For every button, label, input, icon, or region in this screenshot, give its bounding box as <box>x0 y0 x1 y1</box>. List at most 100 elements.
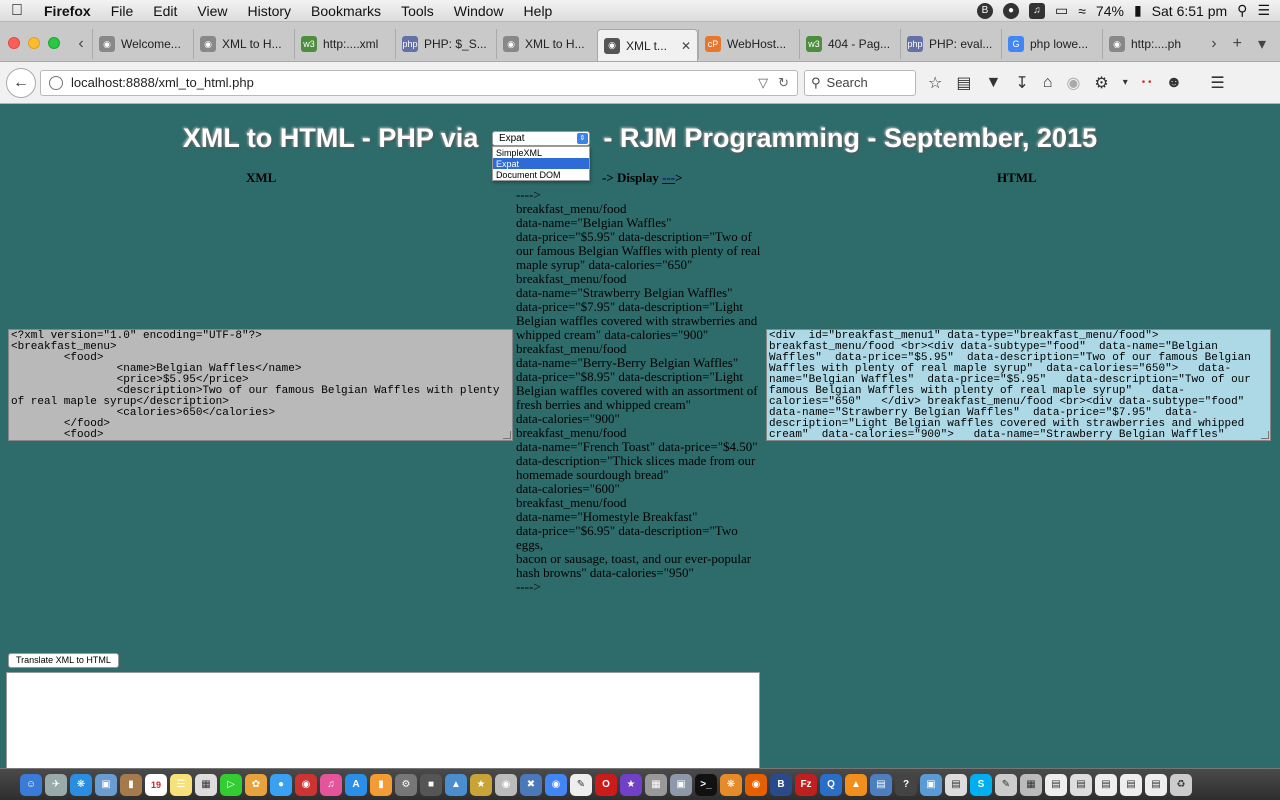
tab-404-page[interactable]: w3 404 - Pag... <box>799 29 900 59</box>
calendar-icon[interactable]: 19 <box>145 773 167 796</box>
url-text[interactable]: localhost:8888/xml_to_html.php <box>71 75 758 90</box>
list-all-tabs-icon[interactable]: ▾ <box>1258 34 1266 54</box>
facetime-icon[interactable]: ▷ <box>220 773 242 796</box>
extension-icon[interactable]: ⚙ <box>1094 73 1108 93</box>
window-minimize-button[interactable] <box>28 37 40 49</box>
home-icon[interactable]: ⌂ <box>1043 74 1053 92</box>
history-dropdown-icon[interactable]: ▽ <box>758 75 768 91</box>
finder-icon[interactable]: ☺ <box>20 773 42 796</box>
network-icon[interactable]: ▤ <box>870 773 892 796</box>
clock[interactable]: Sat 6:51 pm <box>1152 3 1228 19</box>
tab-php-eval[interactable]: php PHP: eval... <box>900 29 1001 59</box>
ibooks-icon[interactable]: ▮ <box>370 773 392 796</box>
option-simplexml[interactable]: SimpleXML <box>493 147 589 158</box>
option-document-dom[interactable]: Document DOM <box>493 169 589 180</box>
sync-status-icon[interactable]: ● <box>1003 2 1019 19</box>
notification-center-icon[interactable]: ☰ <box>1257 2 1270 19</box>
tab-xml-to-html-active[interactable]: ◉ XML t... ✕ <box>597 29 698 61</box>
html-textarea[interactable]: <div id="breakfast_menu1" data-type="bre… <box>766 329 1271 441</box>
notebook-icon[interactable]: ▮ <box>120 773 142 796</box>
url-bar[interactable]: localhost:8888/xml_to_html.php ▽ ↻ <box>40 69 798 96</box>
tab-http-php[interactable]: ◉ http:....ph <box>1102 29 1186 59</box>
tab-xml-file[interactable]: w3 http:....xml <box>294 29 395 59</box>
search-bar[interactable]: ⚲ Search <box>804 69 916 96</box>
tab-php-server[interactable]: php PHP: $_S... <box>395 29 496 59</box>
battery-icon[interactable]: ▮ <box>1134 2 1142 19</box>
quicktime-icon[interactable]: Q <box>820 773 842 796</box>
translate-xml-to-html-button[interactable]: Translate XML to HTML <box>8 653 119 668</box>
photos-icon[interactable]: ✿ <box>245 773 267 796</box>
menu-file[interactable]: File <box>101 3 144 19</box>
back-arrow-icon[interactable]: ← <box>6 67 36 98</box>
firefox-dock-icon[interactable]: ◉ <box>745 773 767 796</box>
extension-dots-icon[interactable]: • • <box>1142 77 1152 88</box>
screenshot-icon[interactable]: ▦ <box>645 773 667 796</box>
tab-xml-to-html-1[interactable]: ◉ XML to H... <box>193 29 294 59</box>
help-icon[interactable]: ? <box>895 773 917 796</box>
archive-icon[interactable]: ▦ <box>1020 773 1042 796</box>
downloads-stack-icon[interactable]: ▤ <box>1095 773 1117 796</box>
safari-icon[interactable]: ❋ <box>70 773 92 796</box>
desktop-stack-icon[interactable]: ▤ <box>1145 773 1167 796</box>
documents-stack-icon[interactable]: ▤ <box>1120 773 1142 796</box>
textedit-icon[interactable]: ✎ <box>570 773 592 796</box>
image-capture-icon[interactable]: ▣ <box>670 773 692 796</box>
spotlight-search-icon[interactable]: ⚲ <box>1237 2 1247 19</box>
html-resize-grip-icon[interactable] <box>1261 431 1269 439</box>
b-status-icon[interactable]: B <box>977 2 993 19</box>
file-stack-icon[interactable]: ▤ <box>1045 773 1067 796</box>
xml-resize-grip-icon[interactable] <box>503 431 511 439</box>
automator-icon[interactable]: ★ <box>470 773 492 796</box>
bookmark-star-icon[interactable]: ☆ <box>928 73 942 93</box>
airplay-icon[interactable]: ▭ <box>1055 2 1068 19</box>
terminal-icon[interactable]: >_ <box>695 773 717 796</box>
stickies-icon[interactable]: ✎ <box>995 773 1017 796</box>
menu-edit[interactable]: Edit <box>143 3 187 19</box>
photos-app-icon[interactable]: ▦ <box>195 773 217 796</box>
parser-select-box[interactable]: Expat ⇕ <box>491 130 590 146</box>
preview-icon[interactable]: ▣ <box>95 773 117 796</box>
menu-view[interactable]: View <box>187 3 237 19</box>
folder-stack-icon[interactable]: ▤ <box>1070 773 1092 796</box>
photo-booth-icon[interactable]: ◉ <box>295 773 317 796</box>
audio-status-icon[interactable]: ♫ <box>1029 2 1045 19</box>
menu-app-firefox[interactable]: Firefox <box>34 3 101 19</box>
vlc-icon[interactable]: ▲ <box>845 773 867 796</box>
tab-webhost[interactable]: cP WebHost... <box>698 29 799 59</box>
tab-php-lowercase[interactable]: Gphp lowe... <box>1001 29 1102 59</box>
virtualbox-icon[interactable]: ▣ <box>920 773 942 796</box>
xml-textarea[interactable]: <?xml version="1.0" encoding="UTF-8"?> <… <box>8 329 513 441</box>
menu-bookmarks[interactable]: Bookmarks <box>301 3 391 19</box>
chrome-icon[interactable]: ◉ <box>545 773 567 796</box>
reload-icon[interactable]: ↻ <box>778 75 789 91</box>
menu-window[interactable]: Window <box>444 3 514 19</box>
bbedit-icon[interactable]: B <box>770 773 792 796</box>
new-tab-icon[interactable]: + <box>1233 35 1242 53</box>
itunes-icon[interactable]: ♫ <box>320 773 342 796</box>
disk-utility-icon[interactable]: ◉ <box>495 773 517 796</box>
mamp-icon[interactable]: ❋ <box>720 773 742 796</box>
document-icon[interactable]: ▤ <box>945 773 967 796</box>
tab-xml-to-html-2[interactable]: ◉ XML to H... <box>496 29 597 59</box>
downloads-icon[interactable]: ↧ <box>1015 73 1028 93</box>
trash-icon[interactable]: ♻ <box>1170 773 1192 796</box>
display-toggle-link[interactable]: --- <box>662 170 675 185</box>
filezilla-icon[interactable]: ▲ <box>445 773 467 796</box>
window-zoom-button[interactable] <box>48 37 60 49</box>
sync-icon[interactable]: ◉ <box>1066 73 1080 93</box>
tab-scroll-left-icon[interactable]: ‹ <box>70 27 92 61</box>
app-store-icon[interactable]: A <box>345 773 367 796</box>
tab-scroll-right-icon[interactable]: › <box>1211 35 1216 53</box>
star-app-icon[interactable]: ★ <box>620 773 642 796</box>
reading-list-icon[interactable]: ▤ <box>956 73 971 93</box>
window-close-button[interactable] <box>8 37 20 49</box>
utility-icon[interactable]: ■ <box>420 773 442 796</box>
system-preferences-icon[interactable]: ⚙ <box>395 773 417 796</box>
skype-icon[interactable]: S <box>970 773 992 796</box>
xcode-icon[interactable]: ✖ <box>520 773 542 796</box>
tab-close-icon[interactable]: ✕ <box>677 39 691 53</box>
hamburger-menu-icon[interactable]: ☰ <box>1210 73 1224 93</box>
site-identity-icon[interactable] <box>49 75 63 90</box>
filezilla-dock-icon[interactable]: Fz <box>795 773 817 796</box>
pocket-icon[interactable]: ▼ <box>985 74 1001 92</box>
